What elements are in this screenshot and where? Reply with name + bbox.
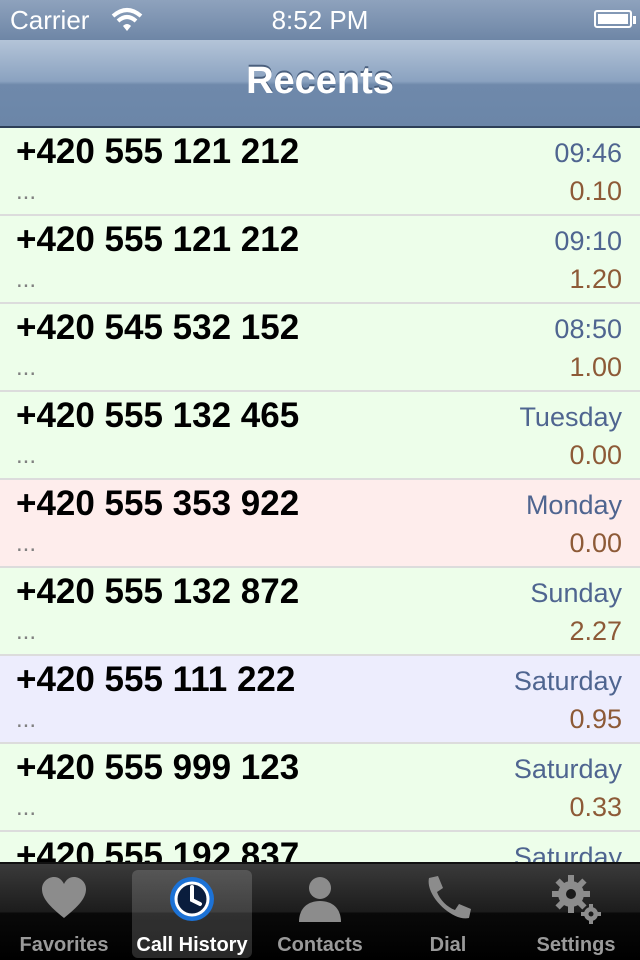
call-cost: 0.95 [569,704,622,734]
call-row[interactable]: +420 555 111 222... Saturday 0.95 [0,656,640,744]
call-row[interactable]: +420 555 132 872... Sunday 2.27 [0,568,640,656]
call-row[interactable]: +420 555 999 123... Saturday 0.33 [0,744,640,832]
call-detail: ... [16,178,37,205]
page-title: Recents [246,60,394,102]
call-number: +420 545 532 152 [16,308,300,347]
tab-label: Settings [536,934,616,956]
call-detail: ... [16,266,37,293]
tab-dial[interactable]: Dial [388,870,508,958]
call-row[interactable]: +420 555 121 212... 09:10 1.20 [0,216,640,304]
call-cost: 0.10 [569,176,622,206]
call-detail: ... [16,794,37,821]
call-cost: 1.20 [569,264,622,294]
call-number: +420 555 132 872 [16,572,300,611]
tab-label: Dial [429,934,467,956]
gear-icon [551,874,601,924]
call-detail: ... [16,706,37,733]
tab-label: Contacts [277,934,363,956]
call-row[interactable]: +420 555 192 837 Saturday [0,832,640,862]
call-cost: 2.27 [569,616,622,646]
status-time: 8:52 PM [271,5,369,35]
heart-icon [39,874,89,924]
call-cost: 0.00 [569,440,622,470]
call-cost: 1.00 [569,352,622,382]
call-row[interactable]: +420 555 121 212... 09:46 0.10 [0,128,640,216]
call-time: Saturday [513,754,622,784]
call-number: +420 555 132 465 [16,396,300,435]
call-row[interactable]: +420 555 353 922... Monday 0.00 [0,480,640,568]
phone-handset-icon [423,874,473,924]
tab-contacts[interactable]: Contacts [260,870,380,958]
call-detail: ... [16,442,37,469]
call-time: 08:50 [554,314,622,344]
call-detail: ... [16,530,37,557]
tab-favorites[interactable]: Favorites [4,870,124,958]
call-number: +420 555 999 123 [16,748,300,787]
tab-label: Call History [136,934,248,956]
call-detail: ... [16,354,37,381]
recents-list[interactable]: +420 555 121 212... 09:46 0.10 +420 555 121… [0,128,640,862]
call-time: Saturday [513,666,622,696]
call-detail: ... [16,618,37,645]
tab-label: Favorites [19,934,109,956]
call-number: +420 555 353 922 [16,484,300,523]
tab-settings[interactable]: Settings [516,870,636,958]
call-time: Saturday [513,842,622,862]
battery-icon [594,10,636,28]
call-time: 09:10 [554,226,622,256]
clock-icon [167,874,217,924]
call-time: 09:46 [554,138,622,168]
status-bar: Carrier 8:52 PM [0,0,640,40]
navigation-bar: Recents [0,40,640,128]
call-row[interactable]: +420 555 132 465... Tuesday 0.00 [0,392,640,480]
call-row[interactable]: +420 545 532 152... 08:50 1.00 [0,304,640,392]
call-time: Monday [525,490,622,520]
person-icon [295,874,345,924]
call-time: Tuesday [519,402,622,432]
call-number: +420 555 192 837 [16,836,300,862]
call-cost: 0.00 [569,528,622,558]
call-number: +420 555 121 212 [16,220,300,259]
call-number: +420 555 111 222 [16,660,296,699]
tab-call-history[interactable]: Call History [132,870,252,958]
call-number: +420 555 121 212 [16,132,300,171]
tab-bar: Favorites Call History Contacts Dial Setting… [0,862,640,960]
call-cost: 0.33 [569,792,622,822]
call-time: Sunday [530,578,622,608]
